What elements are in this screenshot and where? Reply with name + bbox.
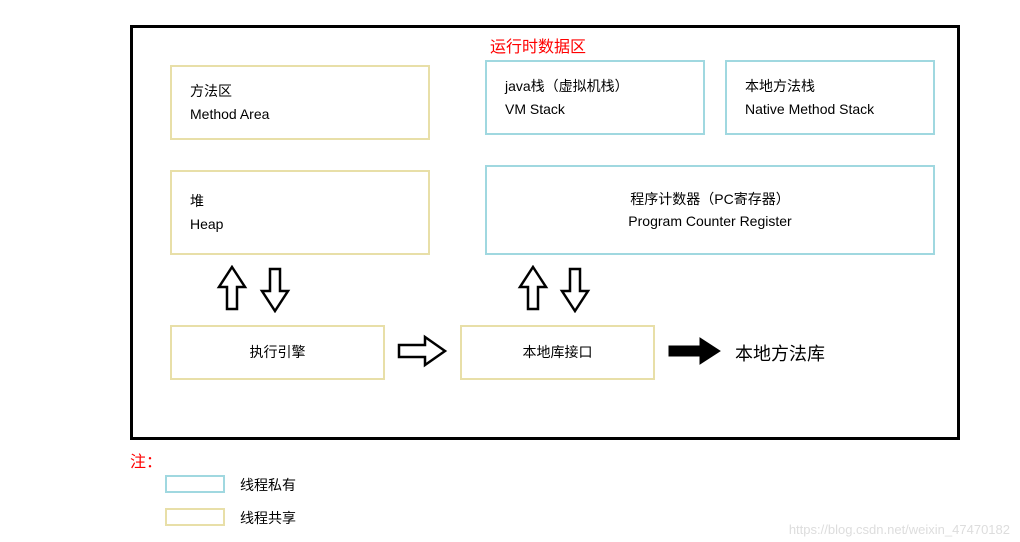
arrow-down-icon — [258, 265, 292, 313]
legend-swatch-shared — [165, 508, 225, 526]
pc-register-label-cn: 程序计数器（PC寄存器） — [630, 188, 789, 210]
box-method-area: 方法区 Method Area — [170, 65, 430, 140]
exec-engine-label: 执行引擎 — [250, 341, 306, 363]
arrow-right-solid-icon — [665, 333, 725, 369]
native-lib-interface-label: 本地库接口 — [523, 341, 593, 363]
box-exec-engine: 执行引擎 — [170, 325, 385, 380]
arrow-up-icon — [516, 265, 550, 313]
native-stack-label-en: Native Method Stack — [745, 98, 915, 120]
legend-swatch-private — [165, 475, 225, 493]
note-label: 注： — [130, 448, 162, 472]
arrow-up-icon — [215, 265, 249, 313]
vm-stack-label-cn: java栈（虚拟机栈） — [505, 75, 685, 97]
native-stack-label-cn: 本地方法栈 — [745, 75, 915, 97]
legend-private-label: 线程私有 — [240, 475, 296, 495]
diagram-title: 运行时数据区 — [490, 33, 586, 57]
box-heap: 堆 Heap — [170, 170, 430, 255]
box-vm-stack: java栈（虚拟机栈） VM Stack — [485, 60, 705, 135]
native-method-lib-label: 本地方法库 — [735, 340, 825, 366]
vm-stack-label-en: VM Stack — [505, 98, 685, 120]
method-area-label-cn: 方法区 — [190, 80, 410, 102]
arrow-right-icon — [395, 333, 450, 369]
arrow-down-icon — [558, 265, 592, 313]
heap-label-en: Heap — [190, 213, 410, 235]
pc-register-label-en: Program Counter Register — [628, 210, 791, 232]
box-native-lib-interface: 本地库接口 — [460, 325, 655, 380]
method-area-label-en: Method Area — [190, 103, 410, 125]
legend-shared-label: 线程共享 — [240, 508, 296, 528]
box-native-method-stack: 本地方法栈 Native Method Stack — [725, 60, 935, 135]
heap-label-cn: 堆 — [190, 190, 410, 212]
box-pc-register: 程序计数器（PC寄存器） Program Counter Register — [485, 165, 935, 255]
watermark: https://blog.csdn.net/weixin_47470182 — [789, 522, 1010, 537]
